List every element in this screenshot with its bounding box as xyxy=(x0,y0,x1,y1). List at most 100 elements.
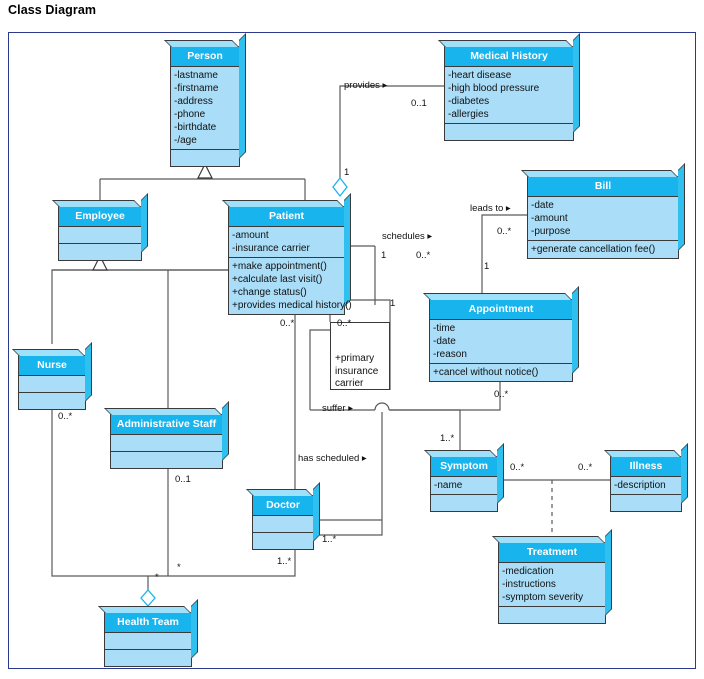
class-box-medical-history[interactable]: Medical History -heart disease -high blo… xyxy=(438,33,580,141)
box-depth-top xyxy=(438,40,573,47)
class-box-bill[interactable]: Bill -date -amount -purpose +generate ca… xyxy=(521,163,685,259)
attribute: -name xyxy=(434,479,463,491)
operation: +calculate last visit() xyxy=(232,273,323,285)
mult-doctor-healthteam-end: 1..* xyxy=(277,556,292,567)
attribute: -insurance carrier xyxy=(232,242,310,254)
class-operations-employee xyxy=(59,243,141,260)
box-depth-right xyxy=(681,443,688,504)
mult-doctor-symptom-end: 1..* xyxy=(322,534,337,545)
operation: +provides medical history() xyxy=(232,299,352,311)
attribute: -high blood pressure xyxy=(448,82,540,94)
class-box-doctor[interactable]: Doctor xyxy=(246,482,320,550)
mult-appointment-suffer-end: 0..* xyxy=(494,389,509,400)
attribute: -/age xyxy=(174,134,197,146)
class-name-doctor: Doctor xyxy=(253,496,313,516)
class-box-treatment[interactable]: Treatment -medication -instructions -sym… xyxy=(492,529,612,624)
class-box-patient[interactable]: Patient -amount -insurance carrier +make… xyxy=(222,193,352,315)
class-operations-patient: +make appointment() +calculate last visi… xyxy=(229,257,352,314)
class-box-nurse[interactable]: Nurse xyxy=(12,342,92,410)
class-name-bill: Bill xyxy=(528,177,678,197)
class-attributes-person: -lastname -firstname -address -phone -bi… xyxy=(171,66,239,150)
box-depth-top xyxy=(164,40,239,47)
attribute: -firstname xyxy=(174,82,219,94)
class-diagram-page: Class Diagram Person -lastname -firstnam… xyxy=(0,0,704,679)
class-name-employee: Employee xyxy=(59,207,141,227)
class-box-administrative-staff[interactable]: Administrative Staff xyxy=(104,401,229,469)
class-box-symptom[interactable]: Symptom -name xyxy=(424,443,504,512)
class-box-illness[interactable]: Illness -description xyxy=(604,443,688,512)
class-operations-person xyxy=(171,149,239,166)
class-operations-appointment: +cancel without notice() xyxy=(430,363,572,381)
class-operations-health-team xyxy=(105,649,191,666)
box-depth-right xyxy=(497,443,504,504)
class-box-employee[interactable]: Employee xyxy=(52,193,148,261)
class-name-patient: Patient xyxy=(229,207,344,227)
class-operations-doctor xyxy=(253,532,313,549)
class-name-nurse: Nurse xyxy=(19,356,85,376)
class-box-person[interactable]: Person -lastname -firstname -address -ph… xyxy=(164,33,246,167)
box-depth-top xyxy=(604,450,681,457)
class-attributes-bill: -date -amount -purpose xyxy=(528,196,678,241)
class-attributes-administrative-staff xyxy=(111,434,222,452)
association-class-note[interactable]: +primary insurance carrier xyxy=(330,322,390,390)
box-depth-right xyxy=(85,342,92,402)
box-depth-right xyxy=(605,529,612,616)
attribute: -description xyxy=(614,479,666,491)
box-depth-top xyxy=(492,536,605,543)
class-name-symptom: Symptom xyxy=(431,457,497,477)
edge-label-has-scheduled: has scheduled ▸ xyxy=(298,453,367,464)
mult-patient-aggregation-end: 1 xyxy=(344,167,350,178)
class-name-administrative-staff: Administrative Staff xyxy=(111,415,222,435)
mult-healthteam-star-mid: * xyxy=(177,562,181,573)
class-box-health-team[interactable]: Health Team xyxy=(98,599,198,667)
attribute: -time xyxy=(433,322,456,334)
attribute: -phone xyxy=(174,108,206,120)
mult-medicalhistory-end: 0..1 xyxy=(411,98,427,109)
operation: +cancel without notice() xyxy=(433,366,539,378)
class-operations-treatment xyxy=(499,606,605,623)
box-depth-top xyxy=(104,408,222,415)
class-name-treatment: Treatment xyxy=(499,543,605,563)
attribute: -lastname xyxy=(174,69,218,81)
box-depth-right xyxy=(222,401,229,461)
attribute: -medication xyxy=(502,565,554,577)
class-attributes-treatment: -medication -instructions -symptom sever… xyxy=(499,562,605,607)
class-attributes-doctor xyxy=(253,515,313,533)
class-box-appointment[interactable]: Appointment -time -date -reason +cancel … xyxy=(423,286,579,382)
aggregation-diamond-healthteam xyxy=(140,589,156,607)
attribute: -birthdate xyxy=(174,121,217,133)
line-doctor-healthteam xyxy=(148,545,296,577)
class-attributes-employee xyxy=(59,226,141,244)
operation: +make appointment() xyxy=(232,260,327,272)
mult-appointment-schedules-end: 0..* xyxy=(416,250,431,261)
class-name-person: Person xyxy=(171,47,239,67)
mult-patient-schedules-end: 1 xyxy=(381,250,387,261)
note-line: carrier xyxy=(335,378,364,389)
attribute: -allergies xyxy=(448,108,489,120)
line-suffer-to-patient xyxy=(309,329,330,410)
attribute: -reason xyxy=(433,348,467,360)
mult-symptom-illness-symptom-end: 0..* xyxy=(510,462,525,473)
box-depth-right xyxy=(239,33,246,159)
attribute: -instructions xyxy=(502,578,556,590)
class-operations-nurse xyxy=(19,392,85,409)
line-appointment-suffer-in xyxy=(390,381,501,411)
box-depth-right xyxy=(573,33,580,133)
class-attributes-medical-history: -heart disease -high blood pressure -dia… xyxy=(445,66,573,124)
box-depth-right xyxy=(678,163,685,251)
edge-label-provides: provides ▸ xyxy=(344,80,388,91)
line-medicalhistory-patient xyxy=(339,85,445,178)
mult-symptom-suffer-end: 1..* xyxy=(440,433,455,444)
class-attributes-patient: -amount -insurance carrier xyxy=(229,226,344,258)
mult-note-left-end: 0..* xyxy=(337,318,352,329)
mult-bill-end: 0..* xyxy=(497,226,512,237)
box-depth-right xyxy=(572,286,579,374)
attribute: -purpose xyxy=(531,225,571,237)
line-suffer-to-symptom xyxy=(389,409,461,450)
box-depth-right xyxy=(344,193,351,307)
mult-admin-healthteam-end: 0..1 xyxy=(175,474,191,485)
box-depth-top xyxy=(12,349,85,356)
attribute: -address xyxy=(174,95,213,107)
class-name-illness: Illness xyxy=(611,457,681,477)
box-depth-right xyxy=(313,482,320,542)
